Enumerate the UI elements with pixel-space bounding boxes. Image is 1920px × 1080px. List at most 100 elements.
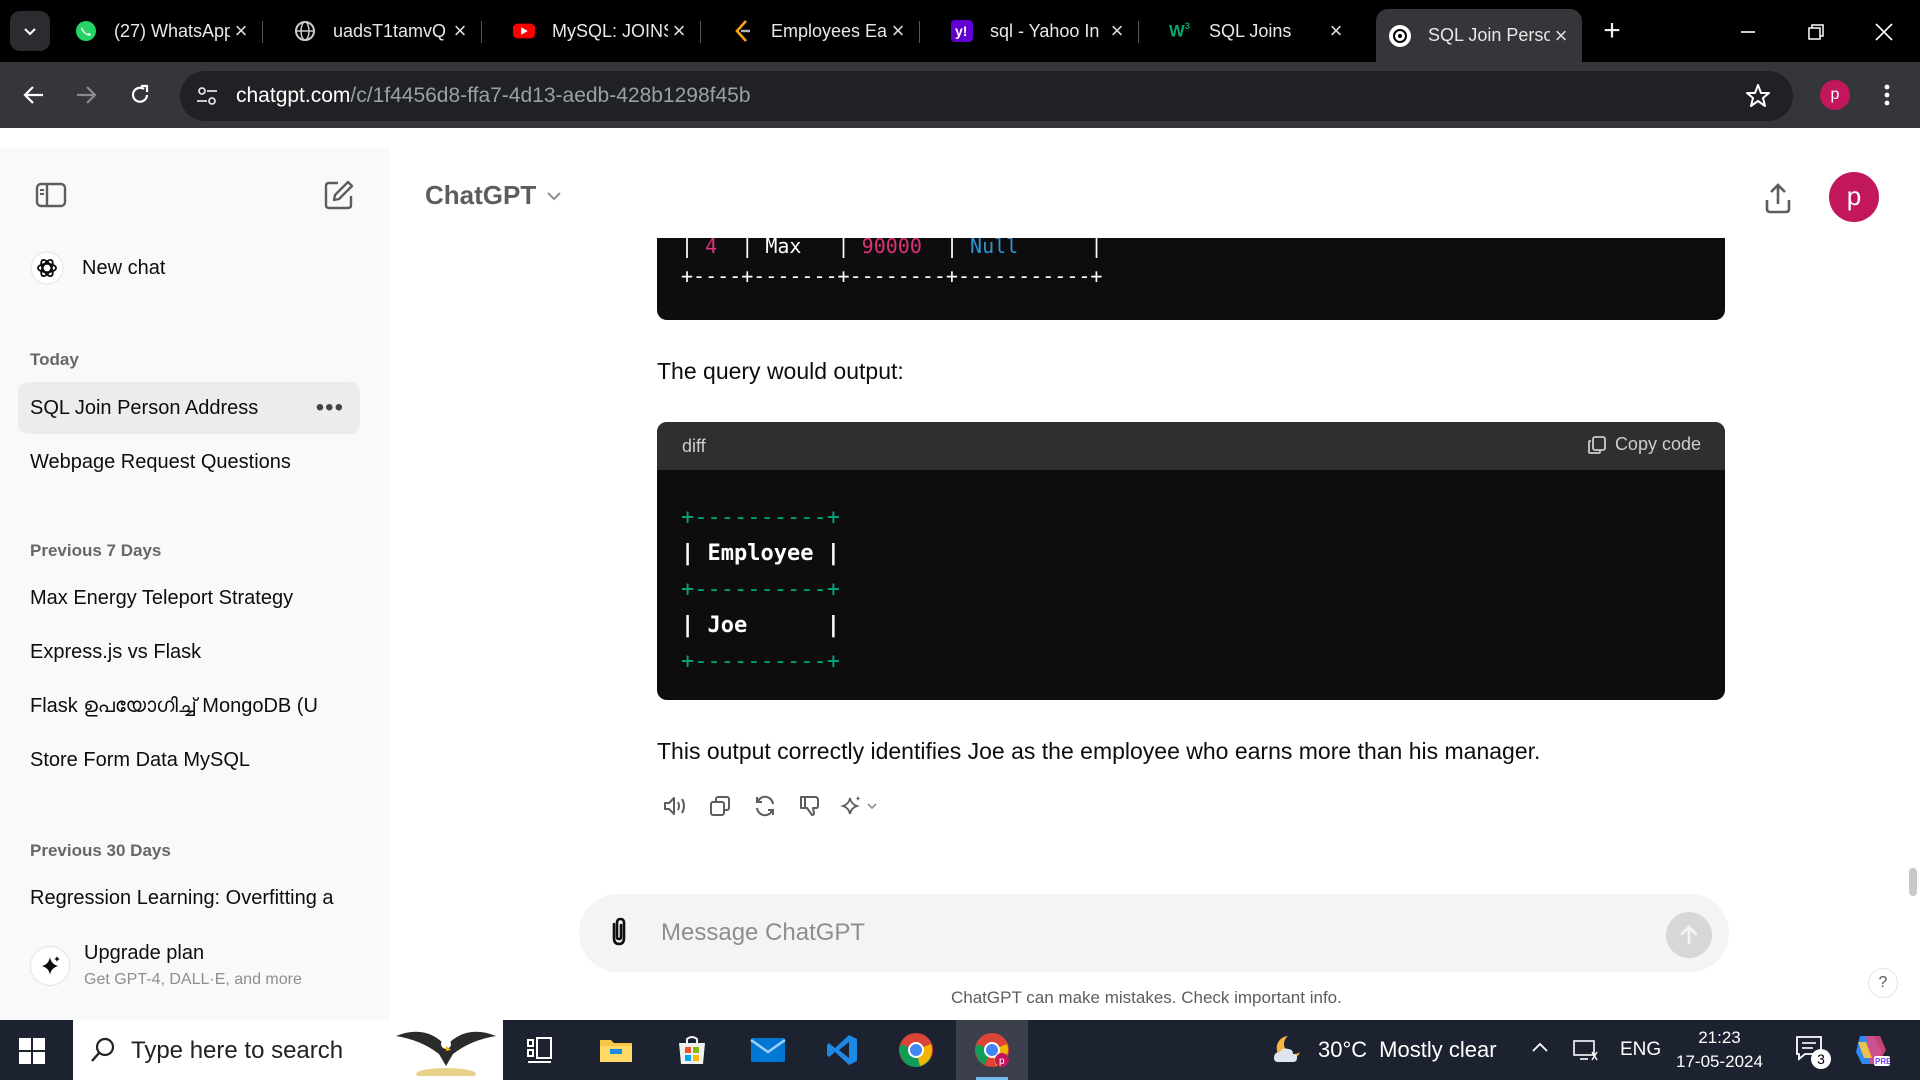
close-tab-icon[interactable]: × [1106,18,1128,43]
tab-leetcode[interactable]: Employees Ea × [719,9,920,53]
tab-yahoo[interactable]: y! sql - Yahoo In × [938,9,1139,53]
sidebar-toggle-icon[interactable] [34,178,68,212]
chatgpt-icon [1388,24,1412,48]
sidebar-item-regression-learning[interactable]: Regression Learning: Overfitting a [18,872,360,924]
mail-icon[interactable] [748,1030,788,1070]
sidebar-item-label: Express.js vs Flask [30,640,202,663]
code-block: diff Copy code +----------+ | Employee |… [657,422,1725,700]
change-model-sparkle-icon[interactable] [832,788,888,824]
help-button[interactable]: ? [1868,968,1898,998]
scrollbar-thumb[interactable] [1909,868,1917,896]
url-text[interactable]: chatgpt.com/c/1f4456d8-ffa7-4d13-aedb-42… [236,84,751,108]
close-tab-icon[interactable]: × [230,18,252,43]
response-intro-text: The query would output: [657,358,904,384]
clock-time: 21:23 [1698,1028,1741,1047]
model-name: ChatGPT [425,180,537,210]
section-today-label: Today [30,350,79,369]
whatsapp-icon [74,19,98,43]
sidebar-item-label: Webpage Request Questions [30,450,291,473]
code-language-label: diff [682,436,706,456]
section-previous-30-days-label: Previous 30 Days [30,841,171,860]
upgrade-plan-button[interactable]: Upgrade plan Get GPT-4, DALL·E, and more [24,938,364,998]
minimize-window-icon[interactable] [1730,14,1766,50]
close-tab-icon[interactable]: × [1550,23,1572,48]
chrome-profile-icon: p [975,1033,1009,1067]
weather-widget[interactable]: 30°C Mostly clear [1268,1032,1497,1068]
message-input[interactable] [661,908,1621,958]
sidebar-item-sql-join-person-address[interactable]: SQL Join Person Address ••• [18,382,360,434]
file-explorer-icon[interactable] [596,1030,636,1070]
sidebar-item-flask-mongodb[interactable]: Flask ഉപയോഗിച്ച് MongoDB (U [18,680,360,732]
sidebar-item-max-energy[interactable]: Max Energy Teleport Strategy [18,572,360,624]
tab-w3schools[interactable]: W3 SQL Joins × [1157,9,1357,53]
windows-start-icon[interactable] [18,1037,46,1065]
show-hidden-icons-chevron-icon[interactable] [1530,1038,1550,1058]
code-line: | Employee | [681,541,840,566]
sidebar-item-label: SQL Join Person Address [30,396,259,419]
close-window-icon[interactable] [1866,14,1902,50]
vscode-icon[interactable] [822,1030,862,1070]
copy-code-label: Copy code [1614,434,1701,454]
sidebar: New chat Today SQL Join Person Address •… [0,148,390,1020]
forward-arrow-icon[interactable] [68,77,104,113]
code-line: | Joe | [681,613,840,638]
microsoft-store-icon[interactable] [672,1030,712,1070]
svg-text:3: 3 [1185,21,1190,31]
close-tab-icon[interactable]: × [449,18,471,43]
taskbar-chrome-profile-active[interactable]: p [956,1020,1028,1080]
sidebar-item-express-vs-flask[interactable]: Express.js vs Flask [18,626,360,678]
new-tab-button[interactable]: + [1596,16,1628,48]
task-view-icon[interactable] [520,1030,560,1070]
chrome-icon[interactable] [896,1030,936,1070]
sidebar-item-store-form-data[interactable]: Store Form Data MySQL [18,734,360,786]
thumbs-down-icon[interactable] [787,788,832,824]
sidebar-item-webpage-request-questions[interactable]: Webpage Request Questions [18,436,360,488]
bookmark-star-icon[interactable] [1745,83,1773,111]
user-avatar[interactable]: p [1829,172,1879,222]
send-button[interactable] [1666,912,1712,958]
svg-text:p: p [999,1056,1005,1067]
restore-window-icon[interactable] [1798,14,1834,50]
input-language[interactable]: ENG [1620,1039,1661,1061]
message-composer [579,894,1729,972]
back-arrow-icon[interactable] [16,77,52,113]
tab-youtube[interactable]: MySQL: JOINS × [500,9,701,53]
attach-paperclip-icon[interactable] [601,914,637,950]
copy-message-icon[interactable] [697,788,742,824]
browser-tab-strip: (27) WhatsApp × uadsT1tamvQ × MySQL: JOI… [0,0,1920,62]
cell-salary: 90000 [861,238,922,258]
svg-text:y!: y! [955,23,967,39]
copy-code-button[interactable]: Copy code [1587,434,1701,455]
moon-cloud-icon [1274,1036,1300,1062]
close-tab-icon[interactable]: × [887,18,909,43]
address-bar[interactable]: chatgpt.com/c/1f4456d8-ffa7-4d13-aedb-42… [180,71,1793,121]
new-chat-button[interactable]: New chat [18,246,358,290]
tab-whatsapp[interactable]: (27) WhatsApp × [62,9,263,53]
regenerate-icon[interactable] [742,788,787,824]
tab-search-button[interactable] [10,11,50,51]
tab-chatgpt-active[interactable]: SQL Join Perso × [1376,9,1582,62]
yahoo-icon: y! [950,19,974,43]
new-chat-edit-icon[interactable] [322,178,356,212]
copilot-icon[interactable]: PRE [1852,1032,1890,1068]
notification-center-icon[interactable]: 3 [1795,1035,1831,1069]
browser-profile-avatar[interactable]: p [1820,80,1850,110]
more-options-icon[interactable]: ••• [316,394,344,422]
disclaimer-text: ChatGPT can make mistakes. Check importa… [951,988,1342,1007]
browser-menu-icon[interactable] [1872,79,1902,111]
w3schools-icon: W3 [1169,19,1193,43]
reload-icon[interactable] [122,77,158,113]
network-icon[interactable] [1572,1038,1598,1062]
sidebar-item-label: Store Form Data MySQL [30,748,251,771]
site-info-icon[interactable] [192,81,222,111]
share-icon[interactable] [1759,180,1797,218]
taskbar-search-box[interactable]: Type here to search [73,1020,503,1080]
model-selector[interactable]: ChatGPT [425,180,562,211]
sparkle-icon [30,946,70,986]
copy-icon [1588,435,1606,454]
read-aloud-icon[interactable] [652,788,697,824]
close-tab-icon[interactable]: × [668,18,690,43]
taskbar-clock[interactable]: 21:23 17-05-2024 [1676,1026,1763,1074]
close-tab-icon[interactable]: × [1325,18,1347,43]
tab-uads[interactable]: uadsT1tamvQ × [281,9,482,53]
